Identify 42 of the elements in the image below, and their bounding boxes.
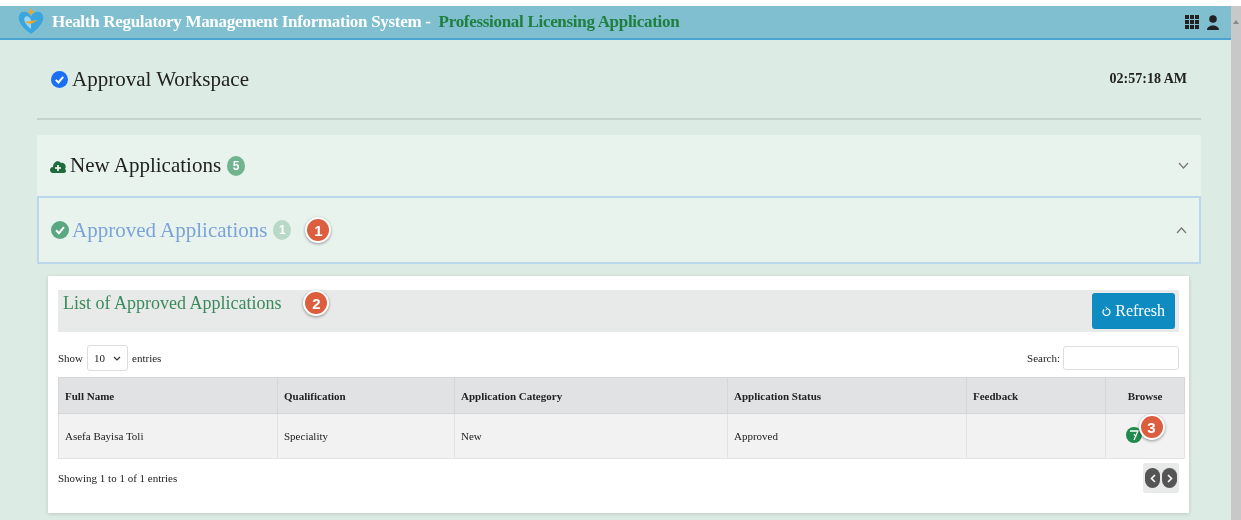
refresh-icon — [1102, 305, 1112, 317]
column-header: Feedback — [966, 377, 1106, 414]
list-title: List of Approved Applications — [63, 292, 282, 314]
chevron-down-icon — [1178, 162, 1189, 169]
column-header: Full Name — [58, 377, 278, 414]
check-circle-icon — [51, 70, 68, 88]
app-subtitle: Professional Licensing Application — [438, 12, 680, 32]
clock-time: 02:57:18 AM — [1109, 71, 1187, 87]
heart-logo-icon — [16, 7, 46, 37]
app-title: Health Regulatory Management Information System - — [52, 12, 431, 32]
check-circle-icon — [51, 221, 69, 239]
column-header: Browse — [1105, 377, 1185, 414]
accordion-header[interactable]: Approved Applications 1 1 — [37, 196, 1201, 264]
count-badge: 1 — [273, 220, 292, 240]
column-header: Application Category — [454, 377, 728, 414]
table-cell: Approved — [727, 413, 967, 459]
accordion-header[interactable]: New Applications 5 — [37, 134, 1201, 196]
page-size-select[interactable]: 10 — [87, 345, 129, 371]
previous-page-icon[interactable] — [1145, 468, 1160, 488]
entries-label: entries — [132, 352, 162, 364]
table-info: Showing 1 to 1 of 1 entries — [58, 472, 178, 484]
step-marker: 2 — [303, 290, 330, 316]
column-header: Application Status — [727, 377, 967, 414]
refresh-button[interactable]: Refresh — [1092, 293, 1175, 329]
show-label: Show — [58, 352, 84, 364]
step-marker: 3 — [1138, 414, 1165, 440]
search-field[interactable] — [1063, 346, 1179, 370]
count-badge: 5 — [227, 155, 246, 176]
table-cell: Asefa Bayisa Toli — [58, 413, 278, 459]
chevron-down-icon — [113, 355, 122, 361]
search-label: Search: — [1027, 352, 1060, 364]
table-cell: New — [454, 413, 728, 459]
workspace-title: Approval Workspace — [72, 66, 249, 92]
table-cell: Speciality — [277, 413, 455, 459]
column-header: Qualification — [277, 377, 455, 414]
apps-grid-icon[interactable] — [1185, 15, 1199, 29]
step-marker: 1 — [305, 217, 332, 243]
cloud-plus-icon — [49, 158, 67, 173]
user-icon[interactable] — [1207, 14, 1219, 30]
browse-icon[interactable] — [1125, 427, 1142, 443]
chevron-up-icon — [1176, 226, 1187, 234]
next-page-icon[interactable] — [1162, 468, 1177, 488]
